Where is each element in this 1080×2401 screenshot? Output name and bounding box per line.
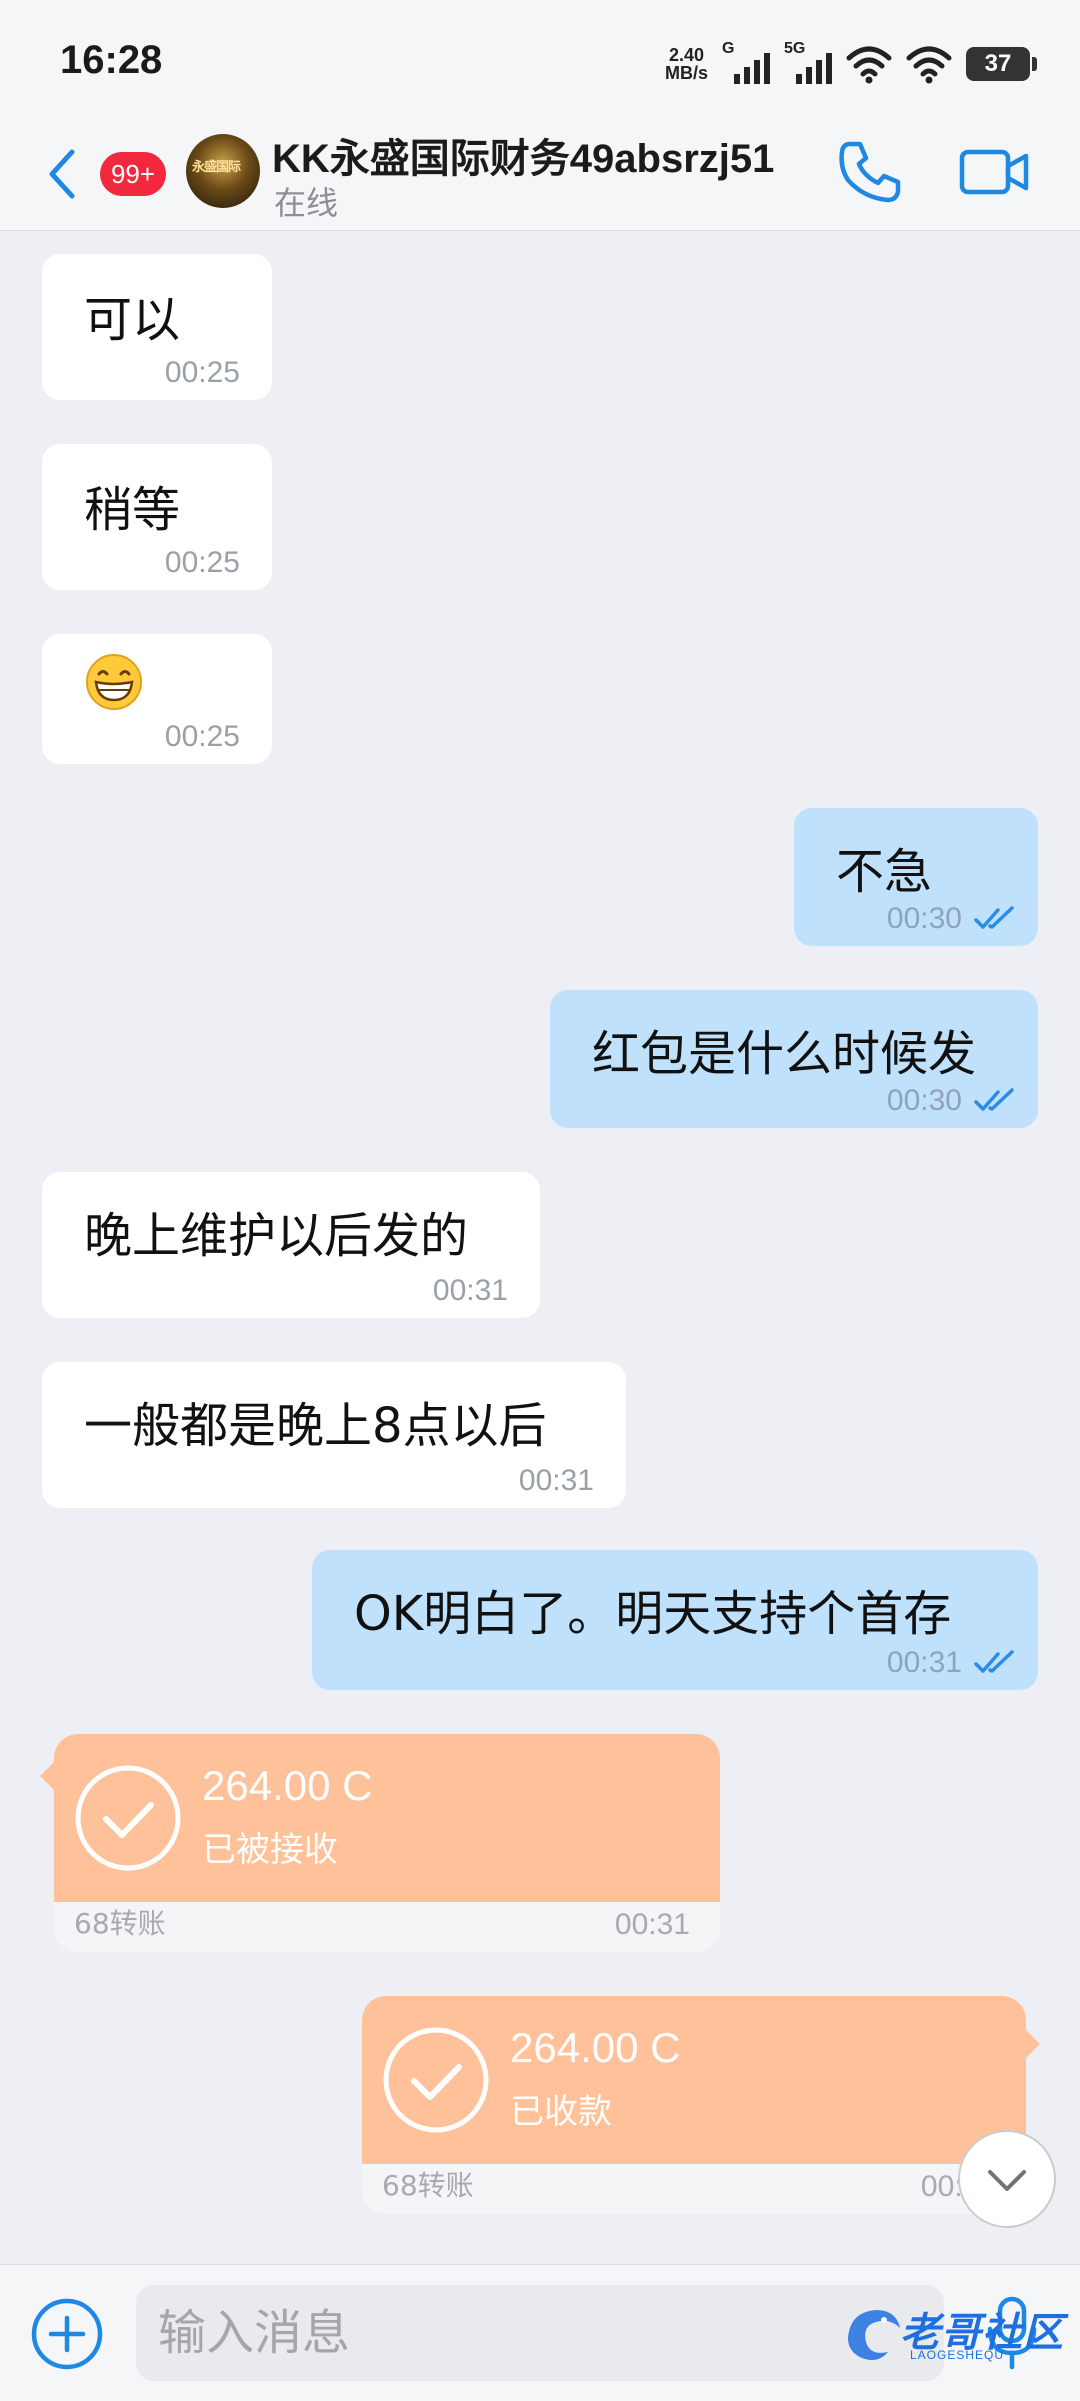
- avatar-logo-text: 永盛国际: [192, 160, 241, 175]
- message-bubble-incoming[interactable]: 稍等 00:25: [42, 444, 272, 590]
- video-camera-icon[interactable]: [958, 140, 1032, 204]
- message-bubble-outgoing[interactable]: 红包是什么时候发 00:30: [550, 990, 1038, 1128]
- avatar[interactable]: 永盛国际: [186, 134, 260, 208]
- signal-icon: G: [722, 40, 770, 84]
- double-check-icon: [974, 906, 1014, 929]
- message-text: 晚上维护以后发的: [84, 1208, 469, 1264]
- message-input[interactable]: [136, 2285, 944, 2381]
- status-icons: 2.40 MB/s G 5G 37: [665, 40, 1037, 86]
- message-time: 00:30: [886, 1084, 962, 1117]
- message-time: 00:25: [164, 356, 240, 389]
- message-bubble-outgoing[interactable]: OK明白了。明天支持个首存 00:31: [312, 1550, 1038, 1690]
- grinning-face-emoji-icon: [86, 654, 142, 710]
- contact-name[interactable]: KK永盛国际财务49absrzj51: [272, 126, 774, 184]
- transfer-card-outgoing[interactable]: 264.00 C 已收款 68转账 00:31: [362, 1996, 1026, 2214]
- signal-5g-icon: 5G: [784, 40, 832, 84]
- transfer-card-body: 264.00 C 已收款: [362, 1996, 1026, 2164]
- wifi-icon: [846, 46, 892, 84]
- transfer-label: 68转账: [74, 1907, 166, 1940]
- network-speed-unit: MB/s: [664, 63, 708, 83]
- message-bubble-incoming[interactable]: 可以 00:25: [42, 254, 272, 400]
- message-time: 00:25: [164, 546, 240, 579]
- check-circle-icon: [383, 2027, 489, 2133]
- transfer-time: 00:31: [614, 1908, 690, 1941]
- site-watermark: 老哥社区 LAOGESHEQU: [840, 2296, 1070, 2372]
- battery-icon: 37: [966, 47, 1037, 81]
- scroll-to-bottom-button[interactable]: [958, 2130, 1056, 2228]
- status-bar: 16:28 2.40 MB/s G 5G 37: [0, 0, 1080, 122]
- double-check-icon: [974, 1650, 1014, 1673]
- unread-badge: 99+: [100, 152, 166, 196]
- network-speed-value: 2.40: [668, 45, 705, 65]
- transfer-label: 68转账: [382, 2169, 474, 2202]
- message-text: OK明白了。明天支持个首存: [354, 1586, 952, 1642]
- transfer-amount: 264.00 C: [202, 1762, 373, 1809]
- bubble-tail: [1026, 2030, 1040, 2058]
- message-time: 00:31: [518, 1464, 594, 1497]
- message-text: 一般都是晚上8点以后: [84, 1398, 547, 1454]
- chevron-down-icon: [988, 2170, 1026, 2191]
- message-bubble-incoming[interactable]: 00:25: [42, 634, 272, 764]
- phone-icon[interactable]: [834, 136, 906, 208]
- transfer-card-body: 264.00 C 已被接收: [54, 1734, 720, 1902]
- message-bubble-outgoing[interactable]: 不急 00:30: [794, 808, 1038, 946]
- message-time: 00:25: [164, 720, 240, 753]
- message-bubble-incoming[interactable]: 晚上维护以后发的 00:31: [42, 1172, 540, 1318]
- network-speed: 2.40 MB/s: [665, 46, 708, 82]
- transfer-status: 已被接收: [202, 1830, 338, 1870]
- back-arrow-icon[interactable]: [42, 144, 82, 204]
- double-check-icon: [974, 1088, 1014, 1111]
- battery-level: 37: [984, 50, 1012, 77]
- message-text: 稍等: [84, 482, 181, 538]
- bubble-tail: [40, 1762, 54, 1790]
- transfer-status: 已收款: [510, 2092, 612, 2132]
- message-time: 00:30: [886, 902, 962, 935]
- transfer-card-incoming[interactable]: 264.00 C 已被接收 68转账 00:31: [54, 1734, 720, 1952]
- message-time: 00:31: [886, 1646, 962, 1679]
- watermark-subtext: LAOGESHEQU: [910, 2348, 1005, 2362]
- message-time: 00:31: [432, 1274, 508, 1307]
- message-text: 不急: [836, 844, 933, 900]
- check-circle-icon: [75, 1765, 181, 1871]
- signal-type-label: G: [722, 40, 735, 57]
- message-text: 红包是什么时候发: [592, 1026, 977, 1082]
- transfer-amount: 264.00 C: [510, 2024, 681, 2071]
- message-bubble-incoming[interactable]: 一般都是晚上8点以后 00:31: [42, 1362, 626, 1508]
- message-text: 可以: [84, 292, 181, 348]
- chat-header: 99+ 永盛国际 KK永盛国际财务49absrzj51 在线: [0, 122, 1080, 231]
- wifi-icon: [906, 46, 952, 84]
- plus-circle-icon[interactable]: [30, 2297, 104, 2371]
- presence-status: 在线: [274, 184, 339, 222]
- status-time: 16:28: [60, 38, 163, 82]
